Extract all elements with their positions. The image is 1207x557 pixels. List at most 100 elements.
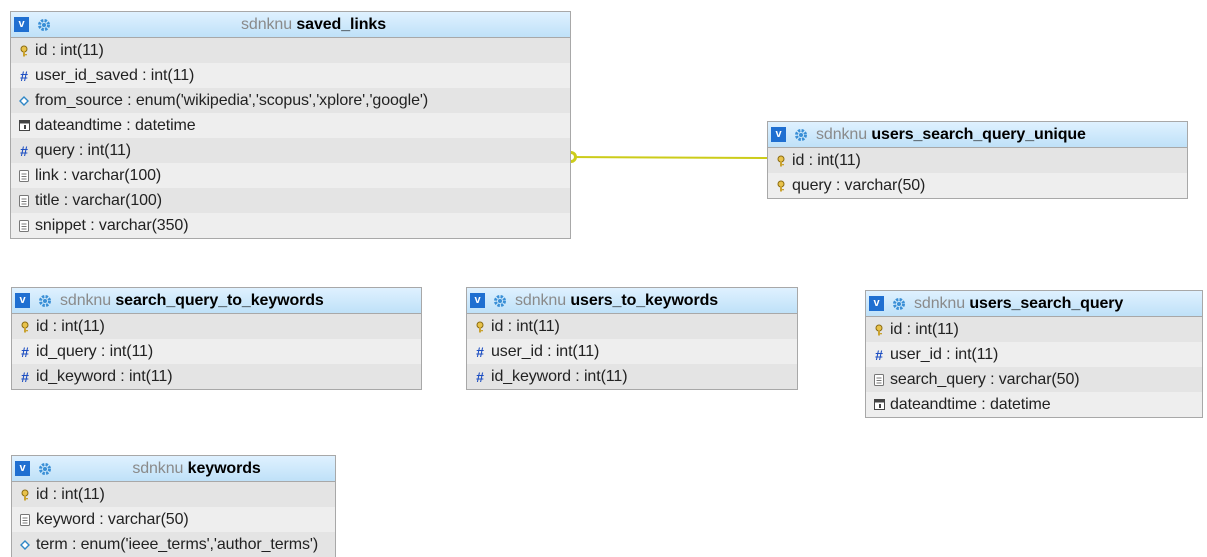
table-name: users_search_query xyxy=(969,294,1124,312)
column-label: term : enum('ieee_terms','author_terms') xyxy=(36,535,319,553)
table-users-search-query-unique[interactable]: v sdnknu users_search_query_unique id : … xyxy=(767,121,1188,199)
table-title[interactable]: sdnknu keywords xyxy=(62,460,331,478)
text-icon xyxy=(18,194,30,207)
column-row[interactable]: term : enum('ieee_terms','author_terms') xyxy=(12,532,335,557)
table-title[interactable]: sdnknu users_search_query xyxy=(914,295,1123,313)
text-icon xyxy=(873,373,885,386)
table-header[interactable]: v sdnknu users_search_query xyxy=(866,291,1202,317)
column-label: title : varchar(100) xyxy=(35,191,162,209)
column-row[interactable]: # id_keyword : int(11) xyxy=(467,364,797,389)
db-name: sdnknu xyxy=(515,291,566,309)
table-name: search_query_to_keywords xyxy=(115,291,324,309)
column-list: id : int(11) query : varchar(50) xyxy=(768,148,1187,198)
table-title[interactable]: sdnknu users_to_keywords xyxy=(515,292,718,310)
table-header[interactable]: v sdnknu search_query_to_keywords xyxy=(12,288,421,314)
gear-icon[interactable] xyxy=(493,294,507,308)
key-icon xyxy=(18,45,30,57)
table-header[interactable]: v sdnknu saved_links xyxy=(11,12,570,38)
column-label: dateandtime : datetime xyxy=(35,116,196,134)
column-row[interactable]: search_query : varchar(50) xyxy=(866,367,1202,392)
toggle-icon[interactable]: v xyxy=(15,293,30,308)
table-title[interactable]: sdnknu search_query_to_keywords xyxy=(60,292,324,310)
key-icon xyxy=(775,155,787,167)
column-row[interactable]: dateandtime : datetime xyxy=(866,392,1202,417)
column-label: keyword : varchar(50) xyxy=(36,510,189,528)
column-row[interactable]: from_source : enum('wikipedia','scopus',… xyxy=(11,88,570,113)
calendar-icon xyxy=(873,399,885,411)
gear-icon[interactable] xyxy=(794,128,808,142)
column-label: user_id_saved : int(11) xyxy=(35,66,195,84)
column-row[interactable]: id : int(11) xyxy=(866,317,1202,342)
column-label: snippet : varchar(350) xyxy=(35,216,189,234)
column-row[interactable]: id : int(11) xyxy=(12,314,421,339)
hash-icon: # xyxy=(20,142,28,159)
text-icon xyxy=(18,219,30,232)
gear-icon[interactable] xyxy=(38,294,52,308)
hash-icon: # xyxy=(20,67,28,84)
table-name: users_search_query_unique xyxy=(871,125,1086,143)
column-label: id : int(11) xyxy=(792,151,861,169)
column-row[interactable]: query : varchar(50) xyxy=(768,173,1187,198)
column-list: id : int(11) # id_query : int(11) # id_keywo… xyxy=(12,314,421,389)
key-icon xyxy=(873,324,885,336)
column-row[interactable]: # query : int(11) xyxy=(11,138,570,163)
table-header[interactable]: v sdnknu keywords xyxy=(12,456,335,482)
table-title[interactable]: sdnknu users_search_query_unique xyxy=(816,126,1086,144)
toggle-icon[interactable]: v xyxy=(771,127,786,142)
column-label: id_keyword : int(11) xyxy=(36,367,173,385)
column-row[interactable]: keyword : varchar(50) xyxy=(12,507,335,532)
column-label: query : varchar(50) xyxy=(792,176,926,194)
column-row[interactable]: dateandtime : datetime xyxy=(11,113,570,138)
toggle-icon[interactable]: v xyxy=(14,17,29,32)
db-name: sdnknu xyxy=(132,459,184,477)
column-row[interactable]: id : int(11) xyxy=(467,314,797,339)
column-row[interactable]: # id_query : int(11) xyxy=(12,339,421,364)
column-label: from_source : enum('wikipedia','scopus',… xyxy=(35,91,429,109)
column-row[interactable]: link : varchar(100) xyxy=(11,163,570,188)
column-row[interactable]: # user_id_saved : int(11) xyxy=(11,63,570,88)
toggle-icon[interactable]: v xyxy=(15,461,30,476)
column-row[interactable]: title : varchar(100) xyxy=(11,188,570,213)
toggle-icon[interactable]: v xyxy=(470,293,485,308)
column-row[interactable]: id : int(11) xyxy=(768,148,1187,173)
column-label: id : int(11) xyxy=(36,485,105,503)
column-label: id_keyword : int(11) xyxy=(491,367,628,385)
calendar-icon xyxy=(18,120,30,132)
column-row[interactable]: id : int(11) xyxy=(12,482,335,507)
column-row[interactable]: snippet : varchar(350) xyxy=(11,213,570,238)
table-users-to-keywords[interactable]: v sdnknu users_to_keywords id : int(11) #… xyxy=(466,287,798,390)
db-name: sdnknu xyxy=(241,15,292,33)
column-row[interactable]: # user_id : int(11) xyxy=(866,342,1202,367)
gear-icon[interactable] xyxy=(37,18,51,32)
key-icon xyxy=(19,489,31,501)
relation-saved-links-query-to-unique-id[interactable] xyxy=(565,151,771,163)
hash-icon: # xyxy=(476,343,484,360)
column-label: user_id : int(11) xyxy=(491,342,600,360)
table-name: keywords xyxy=(187,459,261,477)
table-name: saved_links xyxy=(296,15,386,33)
table-header[interactable]: v sdnknu users_to_keywords xyxy=(467,288,797,314)
table-name: users_to_keywords xyxy=(570,291,719,309)
gear-icon[interactable] xyxy=(892,297,906,311)
column-row[interactable]: # id_keyword : int(11) xyxy=(12,364,421,389)
db-name: sdnknu xyxy=(60,291,111,309)
table-saved-links[interactable]: v sdnknu saved_links id : int(11) # user_i… xyxy=(10,11,571,239)
column-list: id : int(11) # user_id_saved : int(11) from… xyxy=(11,38,570,238)
column-label: id_query : int(11) xyxy=(36,342,154,360)
enum-icon xyxy=(19,539,31,551)
table-header[interactable]: v sdnknu users_search_query_unique xyxy=(768,122,1187,148)
column-row[interactable]: id : int(11) xyxy=(11,38,570,63)
gear-icon[interactable] xyxy=(38,462,52,476)
column-list: id : int(11) # user_id : int(11) # id_keywor… xyxy=(467,314,797,389)
column-label: dateandtime : datetime xyxy=(890,395,1051,413)
toggle-icon[interactable]: v xyxy=(869,296,884,311)
column-row[interactable]: # user_id : int(11) xyxy=(467,339,797,364)
table-title[interactable]: sdnknu saved_links xyxy=(61,16,566,34)
table-keywords[interactable]: v sdnknu keywords id : int(11) keyword : … xyxy=(11,455,336,557)
table-search-query-to-keywords[interactable]: v sdnknu search_query_to_keywords id : i… xyxy=(11,287,422,390)
hash-icon: # xyxy=(875,346,883,363)
table-users-search-query[interactable]: v sdnknu users_search_query id : int(11)… xyxy=(865,290,1203,418)
column-label: id : int(11) xyxy=(35,41,104,59)
column-label: id : int(11) xyxy=(491,317,560,335)
enum-icon xyxy=(18,95,30,107)
